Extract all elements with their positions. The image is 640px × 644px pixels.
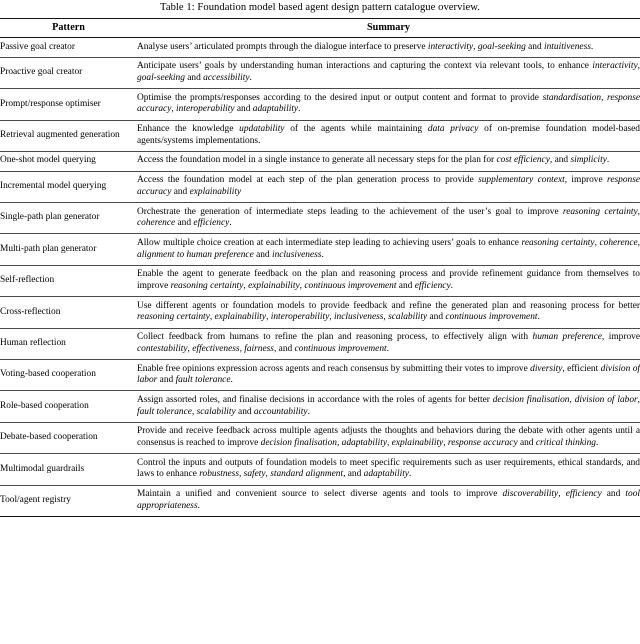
column-header-pattern: Pattern xyxy=(0,18,137,38)
pattern-name-cell: Multi-path plan generator xyxy=(0,233,137,266)
table-row: Passive goal creator Analyse users’ artic… xyxy=(0,37,640,58)
pattern-name-cell: Tool/agent registry xyxy=(0,485,137,518)
pattern-name-cell: Debate-based cooperation xyxy=(0,422,137,455)
pattern-summary-cell: Provide and receive feedback across mult… xyxy=(137,422,640,455)
summary-text: Orchestrate the generation of intermedia… xyxy=(137,206,640,229)
table-caption: Table 1: Foundation model based agent de… xyxy=(160,2,480,13)
summary-text: Anticipate users’ goals by understanding… xyxy=(137,61,640,83)
pattern-name-cell: Passive goal creator xyxy=(0,37,137,58)
pattern-summary-cell: Access the foundation model at each step… xyxy=(137,171,640,204)
summary-text: Access the foundation model in a single … xyxy=(137,155,610,166)
table-header: Pattern Summary xyxy=(0,18,640,38)
table-row: Proactive goal creator Anticipate users’ … xyxy=(0,57,640,90)
pattern-name-cell: Retrieval augmented generation xyxy=(0,120,137,152)
column-header-summary: Summary xyxy=(137,18,640,38)
summary-text: Maintain a unified and convenient source… xyxy=(137,489,640,511)
summary-text: Enhance the knowledge updatability of th… xyxy=(137,124,640,146)
pattern-name-cell: Self-reflection xyxy=(0,265,137,298)
summary-text: Provide and receive feedback across mult… xyxy=(137,426,640,449)
table-row: Multimodal guardrails Control the inputs … xyxy=(0,453,640,486)
pattern-summary-cell: Maintain a unified and convenient source… xyxy=(137,485,640,518)
summary-text: Access the foundation model at each step… xyxy=(137,175,640,197)
pattern-summary-cell: Use different agents or foundation model… xyxy=(137,296,640,329)
pattern-name-cell: Human reflection xyxy=(0,328,137,361)
pattern-summary-cell: Allow multiple choice creation at each i… xyxy=(137,233,640,266)
pattern-summary-cell: Anticipate users’ goals by understanding… xyxy=(137,57,640,90)
table-row: Debate-based cooperation Provide and rece… xyxy=(0,422,640,455)
table-row: Single-path plan generator Orchestrate th… xyxy=(0,202,640,235)
pattern-summary-cell: Access the foundation model in a single … xyxy=(137,151,640,172)
pattern-name-cell: Voting-based cooperation xyxy=(0,359,137,392)
pattern-name-cell: Incremental model querying xyxy=(0,171,137,204)
pattern-summary-cell: Optimise the prompts/responses according… xyxy=(137,88,640,121)
table-page: Table 1: Foundation model based agent de… xyxy=(0,0,640,644)
pattern-name-cell: One-shot model querying xyxy=(0,151,137,172)
summary-text: Allow multiple choice creation at each i… xyxy=(137,237,640,260)
pattern-summary-cell: Analyse users’ articulated prompts throu… xyxy=(137,37,640,58)
table-header-row: Pattern Summary xyxy=(0,18,640,38)
pattern-summary-cell: Enhance the knowledge updatability of th… xyxy=(137,120,640,152)
summary-text: Collect feedback from humans to refine t… xyxy=(137,332,640,354)
summary-text: Use different agents or foundation model… xyxy=(137,300,640,323)
table-row: Human reflection Collect feedback from hu… xyxy=(0,328,640,361)
summary-text: Enable free opinions expression across a… xyxy=(137,363,640,386)
pattern-name-cell: Prompt/response optimiser xyxy=(0,88,137,121)
table-row: Incremental model querying Access the fou… xyxy=(0,171,640,204)
pattern-name-cell: Proactive goal creator xyxy=(0,57,137,90)
summary-text: Optimise the prompts/responses according… xyxy=(137,92,640,115)
table-row: Multi-path plan generator Allow multiple … xyxy=(0,233,640,266)
pattern-summary-cell: Assign assorted roles, and finalise deci… xyxy=(137,390,640,423)
table-row: Cross-reflection Use different agents or … xyxy=(0,296,640,329)
table-row: Role-based cooperation Assign assorted ro… xyxy=(0,390,640,423)
pattern-summary-cell: Collect feedback from humans to refine t… xyxy=(137,328,640,361)
summary-text: Enable the agent to generate feedback on… xyxy=(137,269,640,292)
pattern-name-cell: Cross-reflection xyxy=(0,296,137,329)
pattern-summary-cell: Enable free opinions expression across a… xyxy=(137,359,640,392)
table-row: Voting-based cooperation Enable free opin… xyxy=(0,359,640,392)
pattern-summary-cell: Control the inputs and outputs of founda… xyxy=(137,453,640,486)
summary-text: Assign assorted roles, and finalise deci… xyxy=(137,394,640,417)
pattern-name-cell: Role-based cooperation xyxy=(0,390,137,423)
table-body: Passive goal creator Analyse users’ artic… xyxy=(0,37,640,518)
table-row: Self-reflection Enable the agent to gener… xyxy=(0,265,640,298)
table-row: One-shot model querying Access the founda… xyxy=(0,151,640,172)
pattern-name-cell: Multimodal guardrails xyxy=(0,453,137,486)
pattern-catalogue-table: Pattern Summary Passive goal creator Anal… xyxy=(0,18,640,518)
table-row: Prompt/response optimiser Optimise the pr… xyxy=(0,88,640,121)
table-row: Tool/agent registry Maintain a unified an… xyxy=(0,485,640,518)
summary-text: Analyse users’ articulated prompts throu… xyxy=(137,41,594,52)
pattern-summary-cell: Enable the agent to generate feedback on… xyxy=(137,265,640,298)
summary-text: Control the inputs and outputs of founda… xyxy=(137,457,640,480)
table-row: Retrieval augmented generation Enhance th… xyxy=(0,120,640,152)
pattern-summary-cell: Orchestrate the generation of intermedia… xyxy=(137,202,640,235)
pattern-name-cell: Single-path plan generator xyxy=(0,202,137,235)
